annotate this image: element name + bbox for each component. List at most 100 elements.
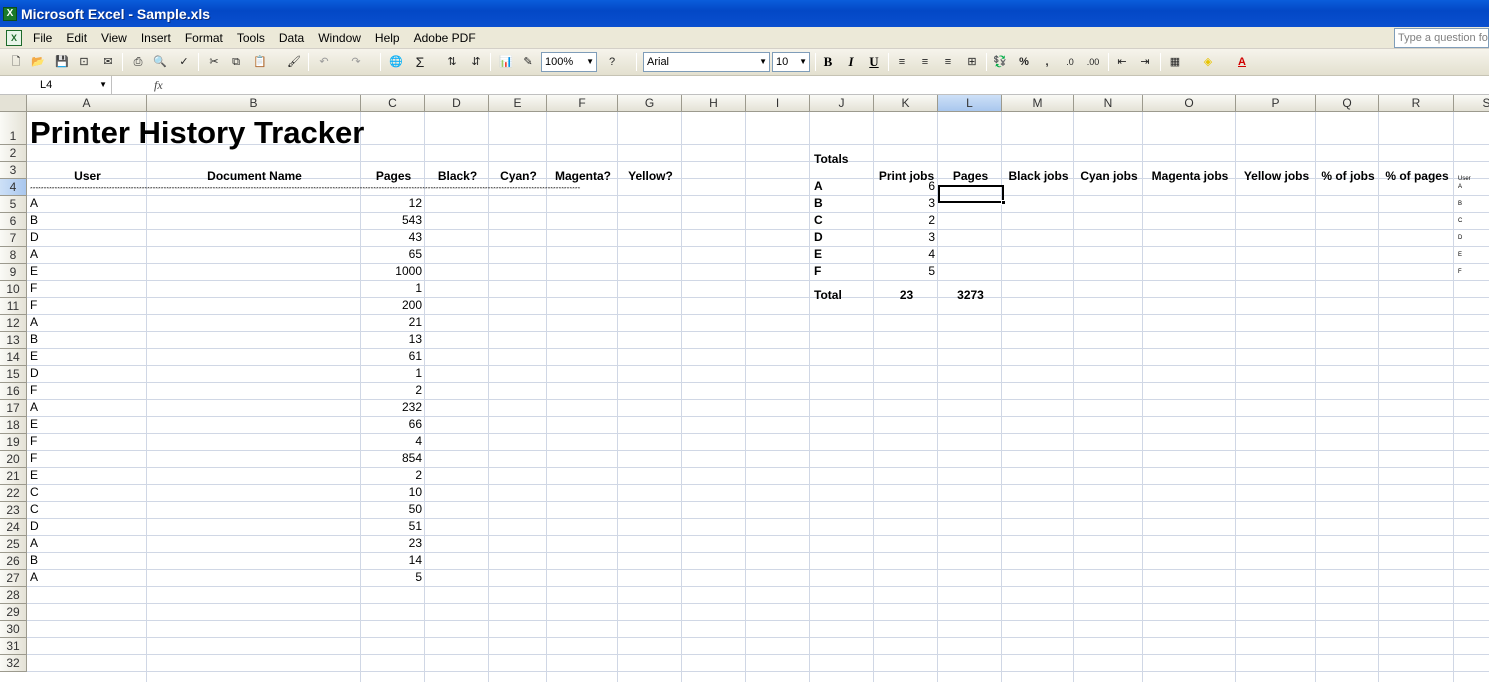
row-header-12[interactable]: 12	[0, 315, 27, 332]
entry-user[interactable]: A	[28, 535, 146, 551]
entry-pages[interactable]: 43	[362, 229, 424, 245]
entry-user[interactable]: E	[28, 416, 146, 432]
row-header-2[interactable]: 2	[0, 145, 27, 162]
drawing-icon[interactable]: ✎	[520, 54, 536, 70]
entry-pages[interactable]: 1	[362, 280, 424, 296]
column-header-p[interactable]: P	[1236, 95, 1316, 112]
sort-ascending-icon[interactable]: ⇅	[444, 54, 460, 70]
entry-pages[interactable]: 14	[362, 552, 424, 568]
zoom-select[interactable]: 100% ▼	[541, 52, 597, 72]
col-s-user[interactable]: A	[1458, 183, 1462, 191]
decrease-decimal-icon[interactable]: .00	[1085, 54, 1101, 70]
entry-pages[interactable]: 1	[362, 365, 424, 381]
row-header-24[interactable]: 24	[0, 519, 27, 536]
separator-row[interactable]: ****************************************…	[30, 187, 678, 193]
paste-icon[interactable]: 📋	[252, 54, 268, 70]
underline-button[interactable]: U	[865, 54, 883, 70]
entry-pages[interactable]: 51	[362, 518, 424, 534]
column-header-b[interactable]: B	[147, 95, 361, 112]
column-header-d[interactable]: D	[425, 95, 489, 112]
header-user[interactable]: User	[28, 168, 147, 184]
col-s-user[interactable]: E	[1458, 251, 1462, 259]
currency-icon[interactable]: 💱	[992, 54, 1008, 70]
email-icon[interactable]: ✉	[100, 54, 116, 70]
save-icon[interactable]: 💾	[54, 54, 70, 70]
row-header-31[interactable]: 31	[0, 638, 27, 655]
font-select[interactable]: Arial ▼	[643, 52, 770, 72]
totals-user[interactable]: E	[812, 246, 874, 262]
menu-tools[interactable]: Tools	[230, 28, 272, 48]
totals-print-jobs[interactable]: 5	[875, 263, 937, 279]
row-header-20[interactable]: 20	[0, 451, 27, 468]
totals-user[interactable]: F	[812, 263, 874, 279]
entry-user[interactable]: E	[28, 263, 146, 279]
row-header-15[interactable]: 15	[0, 366, 27, 383]
decrease-indent-icon[interactable]: ⇤	[1114, 54, 1130, 70]
name-box[interactable]: L4 ▼	[0, 76, 112, 94]
entry-pages[interactable]: 2	[362, 382, 424, 398]
excel-app-icon[interactable]: X	[3, 6, 17, 21]
header-yellow[interactable]: Yellow?	[619, 168, 682, 184]
row-header-29[interactable]: 29	[0, 604, 27, 621]
entry-user[interactable]: F	[28, 297, 146, 313]
entry-user[interactable]: D	[28, 365, 146, 381]
row-header-19[interactable]: 19	[0, 434, 27, 451]
header-magenta[interactable]: Magenta?	[548, 168, 618, 184]
entry-pages[interactable]: 200	[362, 297, 424, 313]
column-header-o[interactable]: O	[1143, 95, 1236, 112]
col-s-user[interactable]: B	[1458, 200, 1462, 208]
borders-icon[interactable]: ▦	[1167, 54, 1183, 70]
format-painter-icon[interactable]: 🖌	[286, 54, 302, 70]
font-size-select[interactable]: 10 ▼	[772, 52, 810, 72]
menu-file[interactable]: File	[26, 28, 59, 48]
entry-user[interactable]: C	[28, 501, 146, 517]
entry-user[interactable]: B	[28, 212, 146, 228]
entry-user[interactable]: C	[28, 484, 146, 500]
column-header-l[interactable]: L	[938, 95, 1002, 112]
entry-pages[interactable]: 1000	[362, 263, 424, 279]
print-icon[interactable]: ⎙	[130, 54, 146, 70]
column-header-i[interactable]: I	[746, 95, 810, 112]
row-header-21[interactable]: 21	[0, 468, 27, 485]
totals-label[interactable]: Totals	[812, 151, 874, 167]
row-header-27[interactable]: 27	[0, 570, 27, 587]
menu-view[interactable]: View	[94, 28, 134, 48]
column-header-s[interactable]: S	[1454, 95, 1489, 112]
col-s-user[interactable]: D	[1458, 234, 1462, 242]
menu-insert[interactable]: Insert	[134, 28, 178, 48]
entry-user[interactable]: A	[28, 195, 146, 211]
entry-user[interactable]: B	[28, 552, 146, 568]
menu-data[interactable]: Data	[272, 28, 311, 48]
increase-indent-icon[interactable]: ⇥	[1137, 54, 1153, 70]
totals-header-yellow-jobs[interactable]: Yellow jobs	[1237, 168, 1316, 184]
column-header-r[interactable]: R	[1379, 95, 1454, 112]
column-header-m[interactable]: M	[1002, 95, 1074, 112]
totals-print-jobs[interactable]: 2	[875, 212, 937, 228]
column-header-n[interactable]: N	[1074, 95, 1143, 112]
row-header-28[interactable]: 28	[0, 587, 27, 604]
fill-handle[interactable]	[1001, 200, 1006, 205]
entry-pages[interactable]: 23	[362, 535, 424, 551]
entry-user[interactable]: E	[28, 467, 146, 483]
menu-format[interactable]: Format	[178, 28, 230, 48]
entry-user[interactable]: F	[28, 433, 146, 449]
entry-user[interactable]: A	[28, 569, 146, 585]
entry-pages[interactable]: 13	[362, 331, 424, 347]
row-header-16[interactable]: 16	[0, 383, 27, 400]
row-header-18[interactable]: 18	[0, 417, 27, 434]
open-icon[interactable]: 📂	[30, 54, 46, 70]
fx-icon[interactable]: fx	[154, 76, 163, 94]
active-cell-L4[interactable]	[938, 185, 1006, 205]
help-icon[interactable]: ?	[604, 54, 620, 70]
formula-input[interactable]	[175, 76, 1475, 94]
entry-pages[interactable]: 4	[362, 433, 424, 449]
totals-print-jobs[interactable]: 3	[875, 229, 937, 245]
total-jobs[interactable]: 23	[875, 287, 938, 303]
autosum-icon[interactable]: Σ	[412, 54, 428, 70]
totals-user[interactable]: C	[812, 212, 874, 228]
workbook-icon[interactable]: X	[6, 29, 22, 46]
row-header-11[interactable]: 11	[0, 298, 27, 315]
align-center-icon[interactable]: ≡	[917, 54, 933, 70]
entry-pages[interactable]: 232	[362, 399, 424, 415]
comma-button[interactable]: ,	[1039, 54, 1055, 70]
